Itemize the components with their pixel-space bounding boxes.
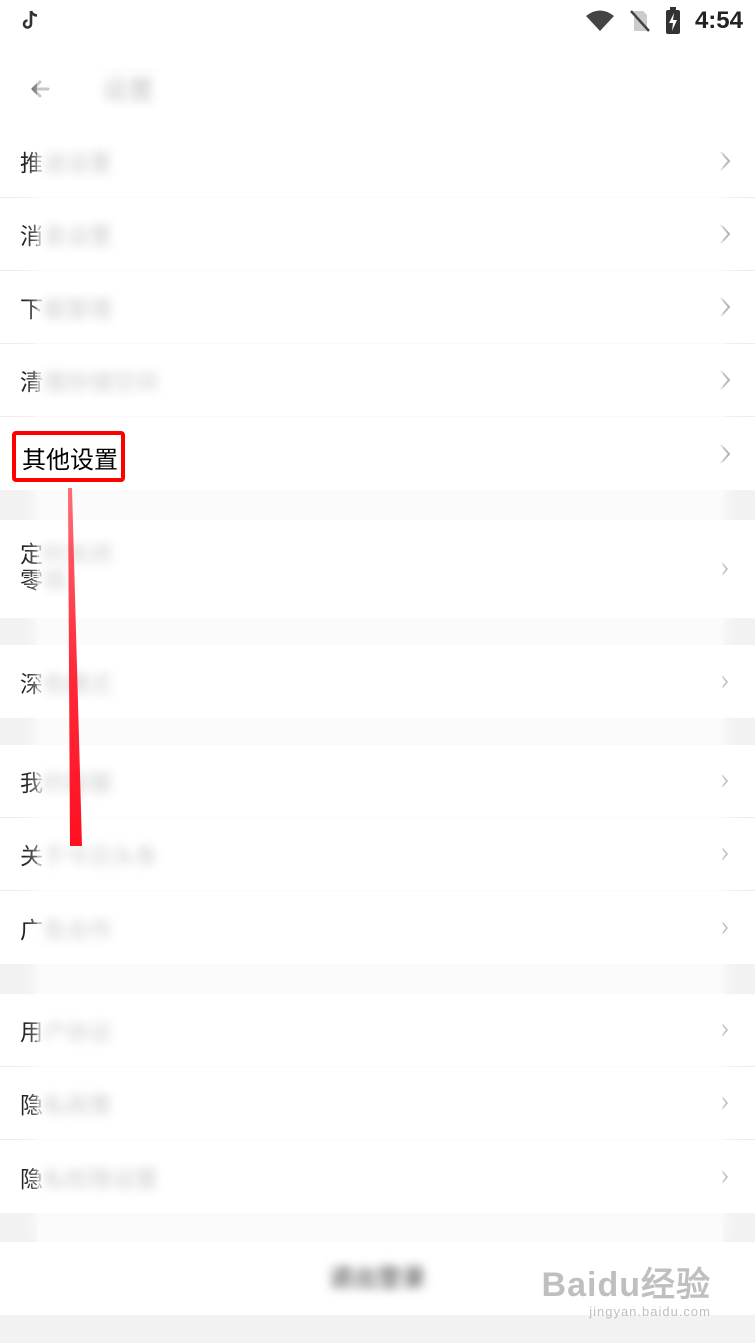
wifi-icon [585,10,614,31]
row-label-visible: 深 [20,671,43,698]
settings-row-dark-mode[interactable]: 深色模式 [0,645,755,718]
page-title: 设置 [102,76,155,106]
chevron-right-icon [720,224,731,244]
settings-row-user-agreement[interactable]: 用户协议 [0,994,755,1067]
row-label: 广告合作 [20,911,112,945]
chevron-right-icon [720,443,731,464]
chevron-right-icon [720,370,731,390]
settings-row-storage[interactable]: 清理存储空间 [0,344,755,417]
status-time: 4:54 [694,7,743,34]
chevron-right-icon [721,562,728,576]
chevron-right-icon [721,921,728,934]
back-arrow-icon[interactable] [26,74,56,104]
row-label: 用户协议 [20,1013,112,1047]
watermark-main: Baidu经验 [541,1266,711,1304]
row-label-visible: 隐 [20,1093,43,1119]
no-sim-icon [630,10,650,32]
chevron-right-icon [721,1096,728,1110]
row-label: 清理存储空间 [20,363,158,397]
row-label: 下载管理 [20,290,112,324]
row-label: 推送设置 [20,144,112,178]
row-label-line2-visible: 零 [20,568,43,594]
row-label-blurred: 于今日头条 [43,844,158,870]
settings-row-push[interactable]: 推送设置 [0,125,755,198]
watermark-sub: jingyan.baidu.com [589,1304,711,1319]
row-label-visible: 消 [20,224,43,250]
row-label-visible: 用 [20,1020,43,1046]
settings-row-about[interactable]: 关于今日头条 [0,818,755,891]
row-label-visible: 定 [20,542,43,568]
settings-row-timer[interactable]: 定时关闭 零钱 [0,520,755,618]
status-icons: 4:54 [585,6,743,36]
row-label-blurred: 理存储空间 [43,370,158,396]
row-label-blurred: 载管理 [43,297,112,323]
row-label-blurred: 私权限设置 [43,1166,158,1193]
row-label-visible: 清 [20,370,43,396]
annotation-arrow-icon [68,488,82,846]
settings-row-service[interactable]: 我的客服 [0,745,755,818]
settings-group-timer: 定时关闭 零钱 [0,520,755,618]
settings-group-legal: 用户协议 隐私政策 隐私权限设置 [0,994,755,1213]
settings-row-ads[interactable]: 广告合作 [0,891,755,964]
row-label-blurred: 告合作 [43,917,112,944]
row-label: 关于今日头条 [20,837,158,871]
title-bar: 设置 [0,44,755,133]
settings-row-message[interactable]: 消息设置 [0,198,755,271]
chevron-right-icon [721,1023,728,1037]
row-label-visible: 关 [20,844,43,870]
row-label-visible: 我 [20,771,43,797]
settings-row-privacy-permissions[interactable]: 隐私权限设置 [0,1140,755,1213]
row-label-visible: 广 [20,917,43,944]
settings-group-about: 我的客服 关于今日头条 广告合作 [0,745,755,964]
status-bar: 4:54 [0,0,755,44]
battery-charging-icon [665,7,680,34]
chevron-right-icon [721,774,728,788]
tiktok-icon [22,10,38,29]
row-label-blurred: 户协议 [43,1020,112,1046]
row-label-blurred: 送设置 [43,151,112,177]
other-settings-label[interactable]: 其他设置 [22,440,118,475]
settings-group-display: 深色模式 [0,645,755,718]
row-label-visible: 下 [20,297,43,323]
row-label: 消息设置 [20,217,112,251]
row-label-blurred: 息设置 [43,224,112,250]
settings-row-download[interactable]: 下载管理 [0,271,755,344]
chevron-right-icon [720,151,731,171]
chevron-right-icon [721,847,728,861]
baidu-watermark: Baidu经验 jingyan.baidu.com [542,1257,711,1319]
row-label: 隐私权限设置 [20,1160,158,1194]
chevron-right-icon [720,297,731,317]
settings-row-privacy-policy[interactable]: 隐私政策 [0,1067,755,1140]
logout-label: 退出登录 [329,1264,426,1292]
row-label-visible: 隐 [20,1166,43,1193]
row-label-visible: 推 [20,151,43,177]
chevron-right-icon [721,675,728,688]
row-label-blurred: 私政策 [43,1093,112,1119]
chevron-right-icon [721,1170,728,1183]
row-label: 隐私政策 [20,1086,112,1120]
